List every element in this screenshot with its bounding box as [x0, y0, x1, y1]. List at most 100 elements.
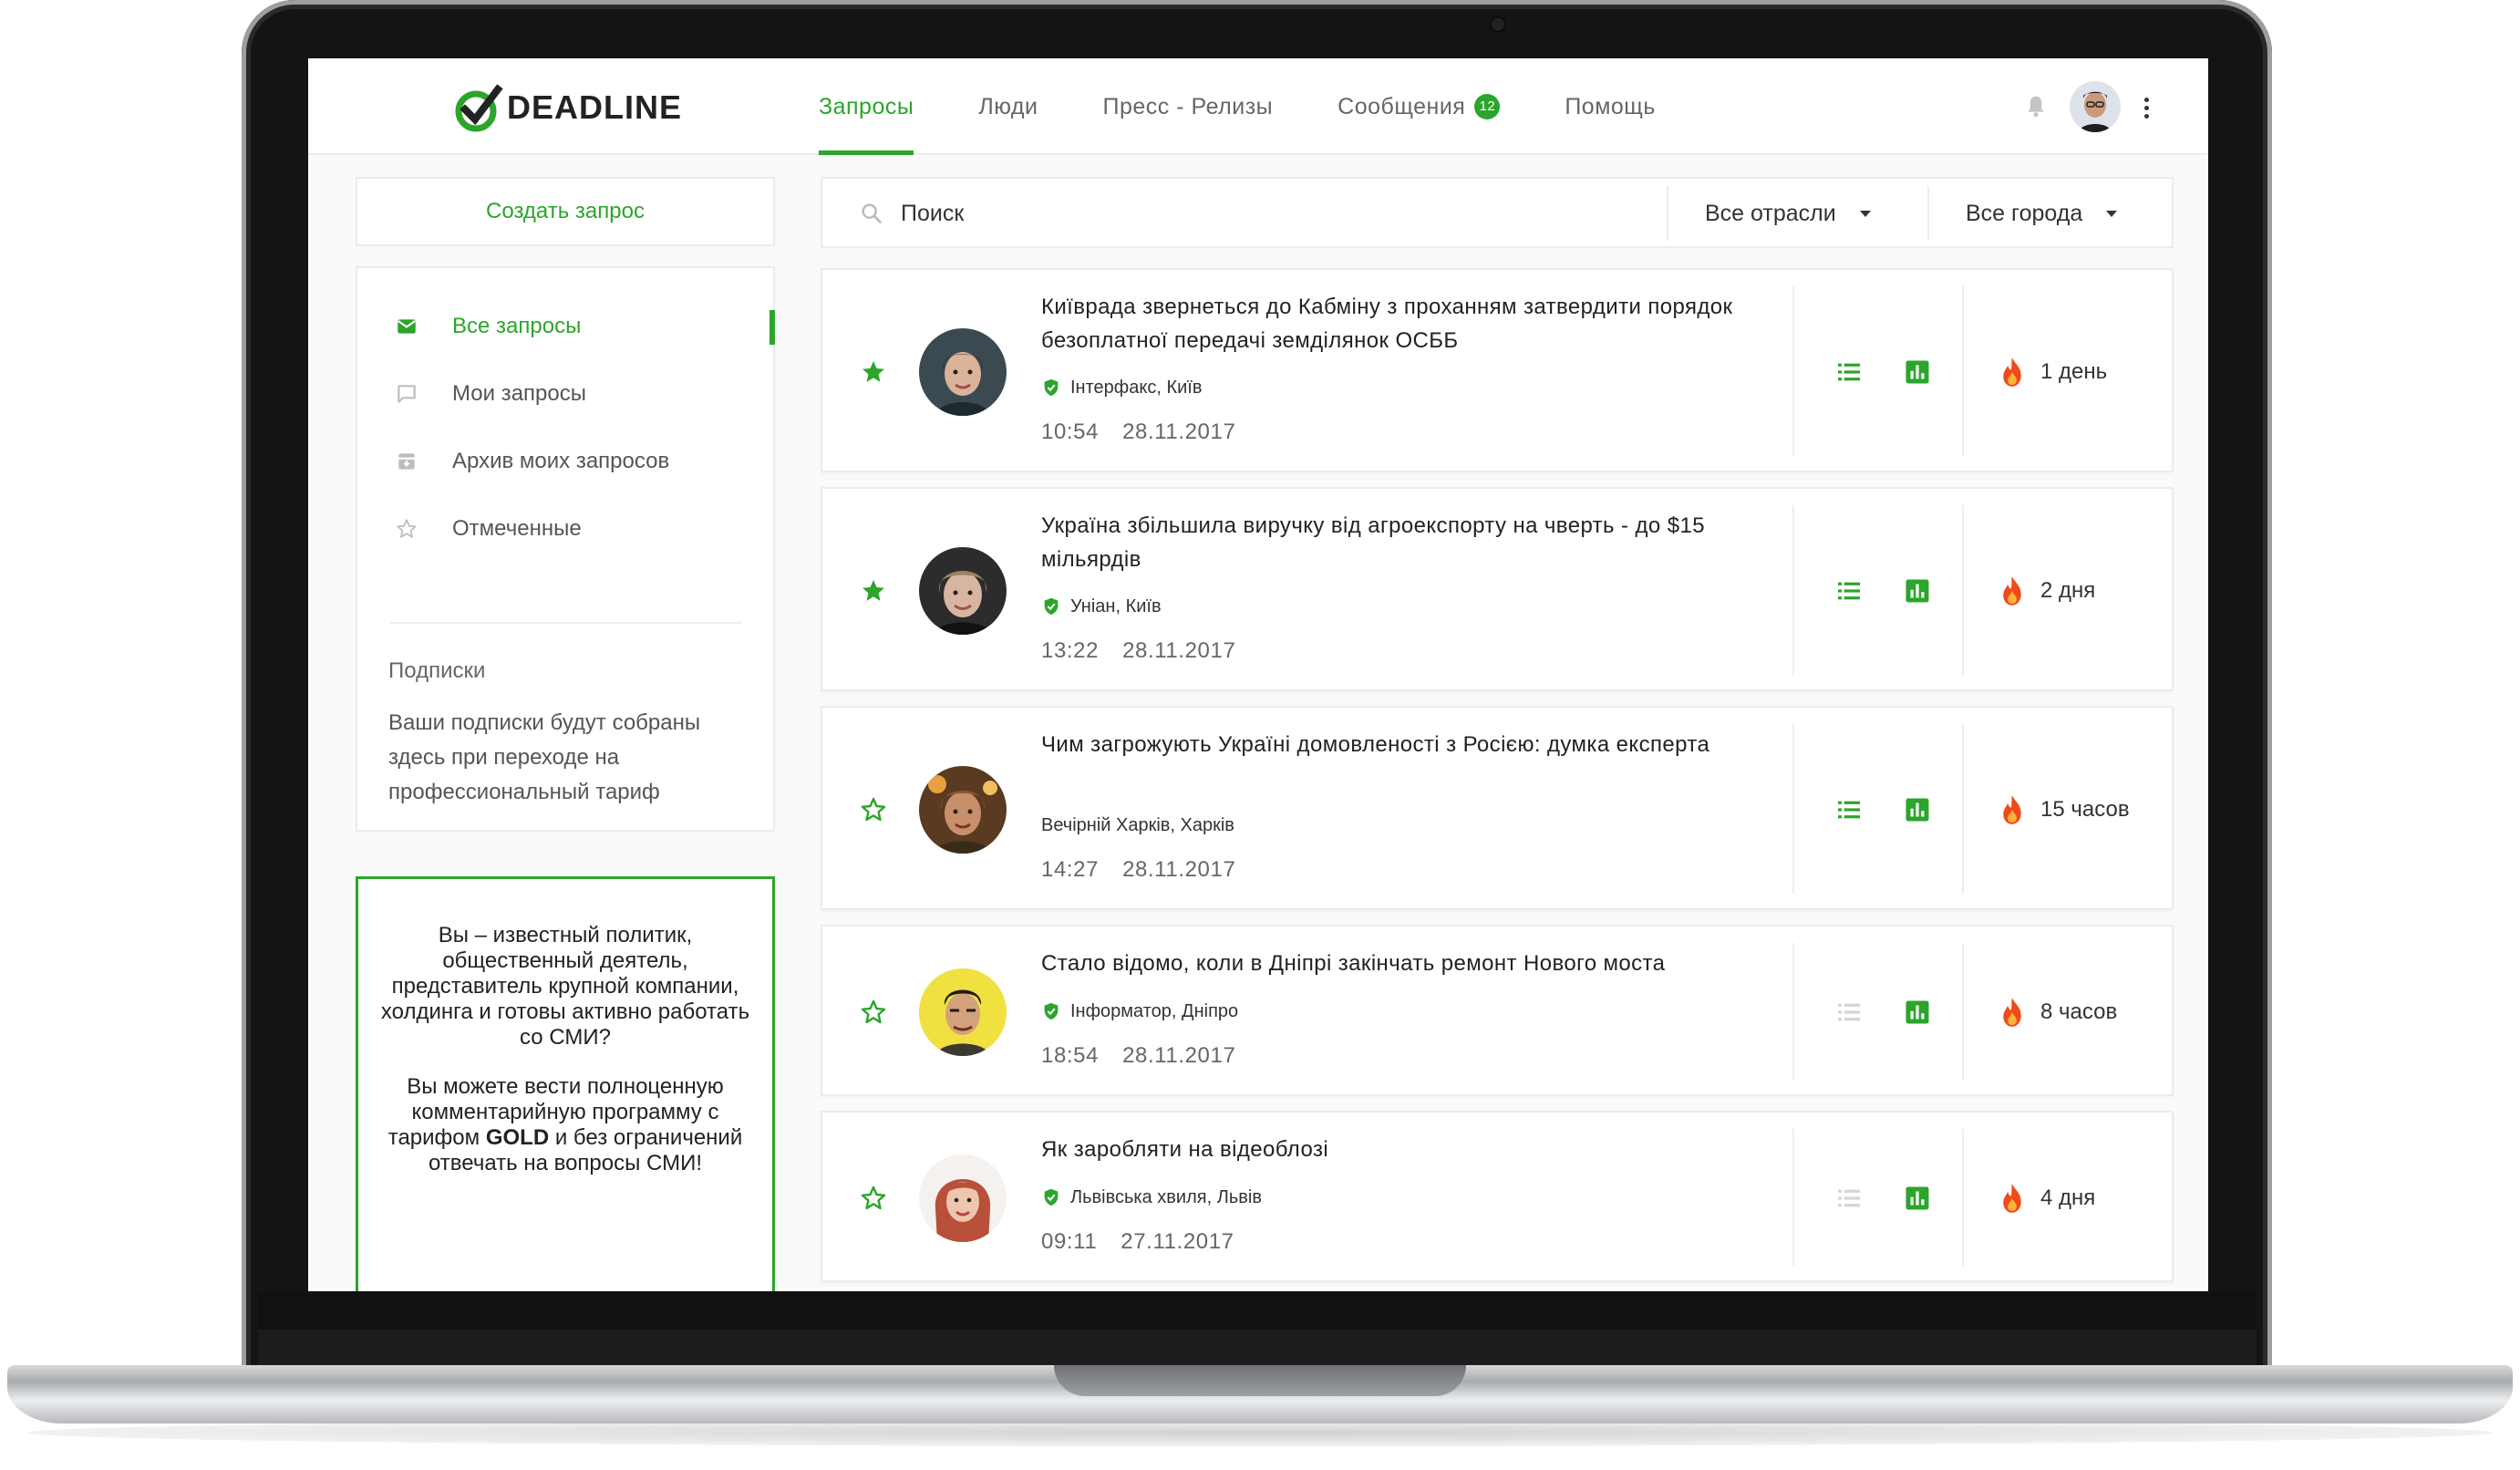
sidebar-item-label: Все запросы [452, 314, 582, 338]
sidebar-item-label: Отмеченные [452, 516, 582, 541]
card-divider [1962, 724, 1964, 894]
request-card[interactable]: Україна збільшила виручку від агроекспор… [821, 487, 2174, 691]
nav-label: Сообщения [1337, 93, 1466, 119]
deadline-indicator: 4 дня [1998, 1180, 2095, 1216]
request-source: Уніан, Київ [1041, 593, 1162, 620]
fire-icon [2003, 576, 2021, 606]
nav-requests[interactable]: Запросы [819, 58, 914, 155]
list-icon[interactable] [1834, 1184, 1864, 1213]
card-divider [1792, 505, 1794, 675]
nav-press-releases[interactable]: Пресс - Релизы [1103, 58, 1274, 155]
deadline-label: 4 дня [2040, 1185, 2096, 1210]
source-label: Вечірній Харків, Харків [1041, 814, 1234, 835]
fire-icon [2003, 795, 2021, 824]
bar-chart-icon[interactable] [1904, 577, 1931, 605]
request-card[interactable]: Як заробляти на відеоблозі Львівська хви… [821, 1111, 2174, 1282]
request-datetime: 09:11 27.11.2017 [1041, 1229, 1258, 1255]
request-title[interactable]: Чим загрожують Україні домовленості з Ро… [1041, 728, 1761, 761]
deadline-label: 1 день [2040, 359, 2108, 384]
search-bar: Все отрасли Все города [821, 177, 2174, 248]
request-title[interactable]: Стало відомо, коли в Дніпрі закінчать ре… [1041, 947, 1761, 980]
verified-shield-icon [1044, 1002, 1059, 1020]
more-vert-icon[interactable] [2139, 89, 2153, 126]
request-source: Львівська хвиля, Львів [1041, 1184, 1262, 1211]
bar-chart-icon[interactable] [1904, 1185, 1931, 1212]
deadline-indicator: 15 часов [1998, 792, 2130, 828]
sidebar-item-label: Архив моих запросов [452, 449, 670, 473]
sidebar-item-archive[interactable]: Архив моих запросов [357, 434, 775, 489]
request-card[interactable]: Київрада звернеться до Кабміну з проханн… [821, 268, 2174, 472]
user-avatar[interactable] [2070, 81, 2121, 132]
list-icon[interactable] [1834, 795, 1864, 824]
fire-icon [2003, 998, 2021, 1027]
source-label: Львівська хвиля, Львів [1070, 1186, 1262, 1207]
caret-down-icon [1859, 210, 1871, 217]
list-icon[interactable] [1834, 357, 1864, 387]
card-divider [1962, 286, 1964, 456]
deadline-indicator: 1 день [1998, 354, 2107, 390]
star-filled-icon[interactable] [859, 576, 888, 606]
request-date: 28.11.2017 [1122, 857, 1236, 882]
star-outline-icon[interactable] [859, 1184, 888, 1213]
request-datetime: 14:27 28.11.2017 [1041, 857, 1259, 883]
mail-icon [394, 314, 419, 339]
request-date: 28.11.2017 [1122, 638, 1236, 663]
logo-check-icon [455, 84, 503, 132]
sidebar-item-all-requests[interactable]: Все запросы [357, 299, 775, 354]
logo[interactable]: DEADLINE [452, 80, 682, 135]
archive-icon [394, 449, 419, 474]
star-outline-icon[interactable] [859, 998, 888, 1027]
star-filled-icon[interactable] [859, 357, 888, 387]
bar-chart-icon[interactable] [1904, 999, 1931, 1026]
star-outline-icon[interactable] [859, 795, 888, 824]
list-icon[interactable] [1834, 576, 1864, 606]
star-outline-icon [394, 516, 419, 542]
nav-messages[interactable]: Сообщения 12 [1337, 58, 1501, 155]
fire-icon [2003, 357, 2021, 387]
logo-text: DEADLINE [507, 88, 683, 126]
nav-label: Пресс - Релизы [1102, 93, 1274, 119]
sidebar-item-label: Мои запросы [452, 381, 586, 406]
deadline-label: 15 часов [2040, 797, 2130, 822]
subscriptions-title: Подписки [388, 658, 486, 683]
request-date: 27.11.2017 [1121, 1229, 1234, 1254]
verified-shield-icon [1044, 378, 1059, 397]
request-title[interactable]: Україна збільшила виручку від агроекспор… [1041, 509, 1761, 576]
request-time: 18:54 [1041, 1043, 1100, 1068]
city-filter[interactable]: Все города [1966, 179, 2118, 248]
fire-icon [2003, 1184, 2021, 1213]
verified-shield-icon [1044, 1188, 1059, 1206]
request-source: Вечірній Харків, Харків [1041, 812, 1234, 839]
bar-chart-icon[interactable] [1904, 358, 1931, 386]
sidebar-divider [390, 622, 742, 624]
search-input[interactable] [901, 192, 1630, 235]
request-title[interactable]: Як заробляти на відеоблозі [1041, 1133, 1761, 1166]
webcam [1492, 18, 1504, 31]
card-divider [1962, 1129, 1964, 1266]
filter-label: Все города [1966, 200, 2083, 226]
request-title[interactable]: Київрада звернеться до Кабміну з проханн… [1041, 290, 1761, 357]
source-label: Інтерфакс, Київ [1070, 377, 1203, 398]
bar-chart-icon[interactable] [1904, 796, 1931, 823]
laptop-hinge [258, 1330, 2257, 1366]
request-source: Інформатор, Дніпро [1041, 998, 1238, 1025]
deadline-label: 2 дня [2040, 578, 2096, 603]
list-icon[interactable] [1834, 998, 1864, 1027]
sidebar-item-starred[interactable]: Отмеченные [357, 502, 775, 556]
card-divider [1792, 943, 1794, 1080]
sidebar-item-my-requests[interactable]: Мои запросы [357, 367, 775, 421]
request-time: 09:11 [1041, 1229, 1098, 1254]
promo-text-2: Вы можете вести полноценную комментарийн… [387, 1074, 743, 1175]
nav-help[interactable]: Помощь [1565, 58, 1656, 155]
top-bar: DEADLINE Запросы Люди Пресс - Релизы Соо… [308, 58, 2208, 155]
promo-gold: GOLD [485, 1125, 550, 1150]
request-card[interactable]: Стало відомо, коли в Дніпрі закінчать ре… [821, 925, 2174, 1096]
subscriptions-text: Ваши подписки будут собраны здесь при пе… [388, 710, 701, 804]
promo-text-1: Вы – известный политик, общественный дея… [380, 923, 750, 1050]
request-card[interactable]: Чим загрожують Україні домовленості з Ро… [821, 706, 2174, 910]
nav-people[interactable]: Люди [978, 58, 1038, 155]
create-request-button[interactable]: Создать запрос [356, 177, 775, 246]
bell-icon[interactable] [2022, 93, 2050, 120]
request-datetime: 13:22 28.11.2017 [1041, 638, 1259, 664]
industry-filter[interactable]: Все отрасли [1705, 179, 1871, 248]
